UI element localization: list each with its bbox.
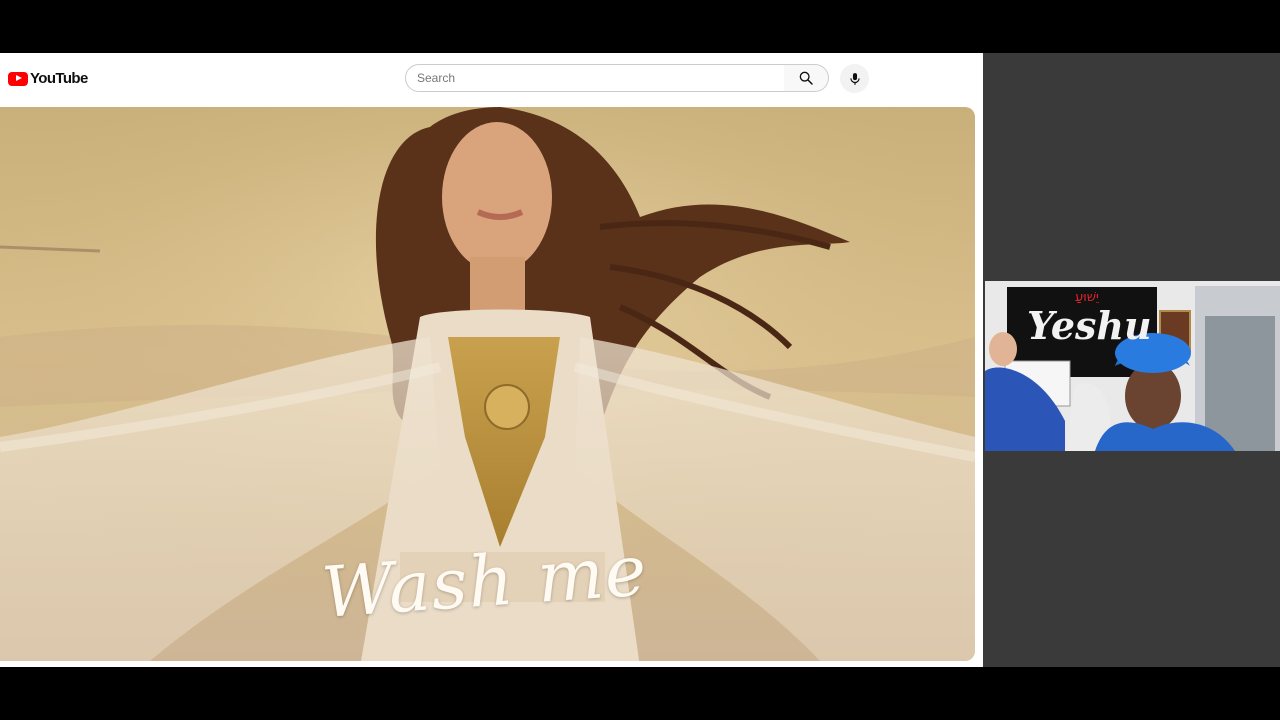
browser-window: YouTube Search Wash me [0,53,983,667]
webcam-overlay: יֵשׁוּעַ Yeshu [985,281,1280,451]
video-player[interactable]: Wash me [0,107,975,661]
youtube-play-icon [8,71,28,86]
search-button[interactable] [784,64,829,92]
search-input[interactable] [406,65,757,91]
logo-text: YouTube [30,70,88,87]
search-icon [799,71,813,85]
youtube-logo[interactable]: YouTube [8,70,88,87]
banner-text: Yeshu [1027,303,1152,348]
search-box[interactable] [405,64,785,92]
masthead: YouTube [0,53,983,105]
voice-search-button[interactable] [840,64,869,93]
microphone-icon [849,72,860,85]
